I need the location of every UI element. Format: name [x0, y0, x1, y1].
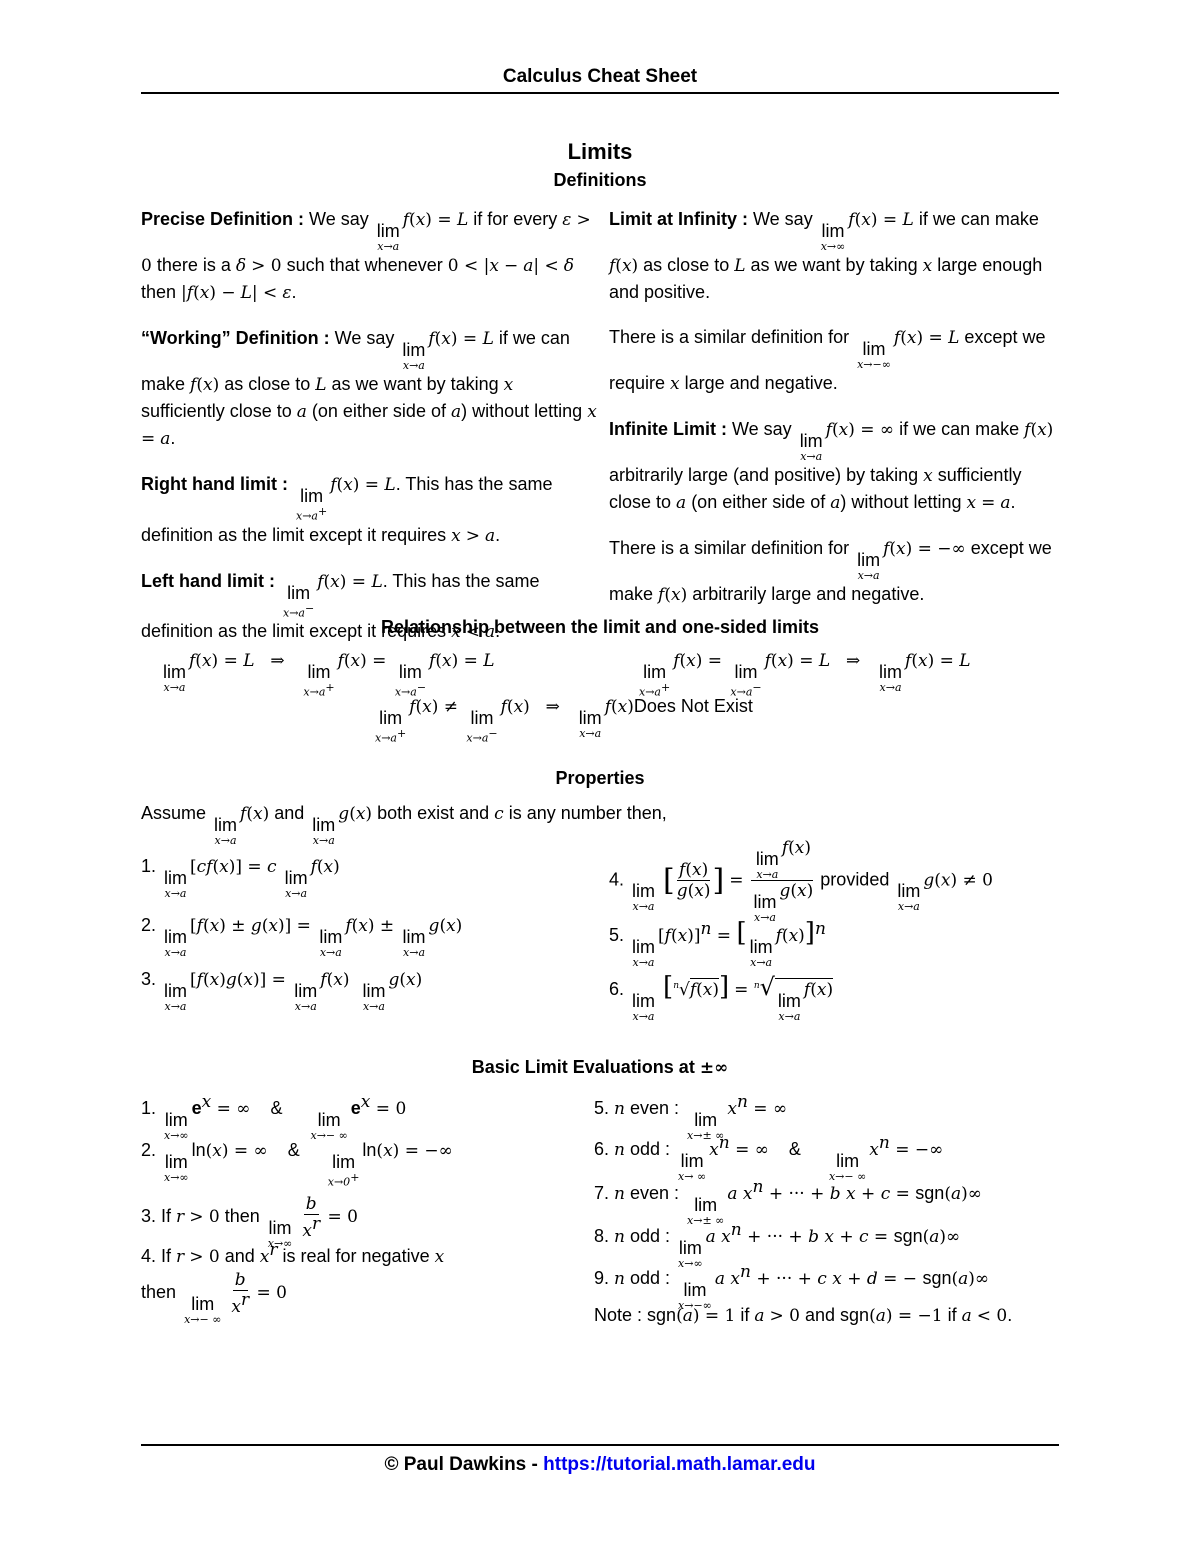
relationship-heading: Relationship between the limit and one-s…	[380, 617, 820, 637]
relationship-formula-1: lim x→a f(x) = L ⇒ lim x→a+ f(x) = lim x→a− f(…	[163, 651, 495, 699]
limit-at-negative-infinity: There is a similar definition for lim x→−…	[609, 327, 1046, 394]
negative-infinite-limit: There is a similar definition for lim x→a…	[609, 538, 1052, 605]
properties-heading: Properties	[555, 768, 645, 788]
page-header-title: Calculus Cheat Sheet	[502, 66, 698, 87]
property-5: 5. lim x→a [f(x)]n = [lim x→a f(x)]n	[609, 918, 826, 969]
infinite-limit: Infinite Limit : We say lim x→a f(x) = ∞ i…	[609, 419, 1054, 513]
property-1: 1. lim x→a [cf(x)] = c lim x→a f(x)	[141, 856, 340, 900]
does-not-exist-text: Does Not Exist	[633, 696, 753, 716]
basic-eval-1: 1. lim x→∞ ex = ∞ & lim x→− ∞ ex = 0	[141, 1092, 407, 1142]
basic-eval-7: 7. n even : lim x→± ∞ a xn + ··· + b x + c…	[594, 1177, 982, 1227]
relationship-formula-3: lim x→a+ f(x) ≠ lim x→a− f(x) ⇒ lim x→a f(x)Do…	[375, 696, 753, 745]
definitions-right-column: Limit at Infinity : We say lim x→∞ f(x) = …	[609, 206, 1064, 627]
definition-label: Precise Definition :	[141, 209, 305, 229]
property-2: 2. lim x→a [f(x) ± g(x)] = lim x→a f(x) ± li…	[141, 915, 463, 959]
limit-operator: lim x→∞	[820, 221, 846, 253]
precise-definition: Precise Definition : We say lim x→a f(x) =…	[141, 209, 591, 303]
properties-intro: Assume lim x→a f(x) and lim x→a g(x) both ex…	[141, 803, 667, 847]
limit-operator: lim x→a	[857, 550, 881, 582]
footer: © Paul Dawkins - https://tutorial.math.l…	[0, 1454, 1200, 1476]
property-3: 3. lim x→a [f(x)g(x)] = lim x→a f(x) lim x→a g…	[141, 969, 423, 1013]
section-title: Limits	[567, 139, 633, 164]
header-rule	[141, 92, 1059, 94]
sgn-note: Note : sgn(a) = 1 if a > 0 and sgn(a) = …	[594, 1305, 1013, 1326]
definition-label: Left hand limit :	[141, 570, 275, 591]
limit-operator: lim x→a+	[296, 486, 328, 523]
working-definition: “Working” Definition : We say lim x→a f(x)…	[141, 328, 597, 449]
limit-operator: lim x→a	[376, 221, 400, 253]
limit-operator: lim x→a−	[283, 582, 315, 620]
definition-label: Right hand limit :	[141, 474, 288, 494]
basic-evaluations-heading: Basic Limit Evaluations at ±∞	[471, 1057, 729, 1078]
limit-at-infinity: Limit at Infinity : We say lim x→∞ f(x) = …	[609, 209, 1043, 302]
definition-label: Limit at Infinity :	[609, 209, 748, 229]
basic-eval-6: 6. n odd : lim x→ ∞ xn = ∞ & lim x→− ∞ xn = …	[594, 1133, 944, 1183]
basic-eval-2: 2. lim x→∞ ln(x) = ∞ & lim x→0+ ln(x) = −∞	[141, 1140, 453, 1189]
basic-eval-9: 9. n odd : lim x→−∞ a xn + ··· + c x + d =…	[594, 1262, 990, 1312]
limit-operator: lim x→a	[402, 340, 426, 372]
property-4: 4. lim x→a [f(x) g(x)] = lim x→a f(x) lim x→a g…	[609, 838, 993, 924]
copyright-text: © Paul Dawkins -	[384, 1454, 544, 1475]
basic-eval-4-cont: then lim x→− ∞ b xr = 0	[141, 1270, 287, 1327]
definitions-heading: Definitions	[553, 170, 647, 190]
tutorial-link[interactable]: https://tutorial.math.lamar.edu	[543, 1454, 815, 1475]
footer-rule	[141, 1444, 1059, 1446]
relationship-formula-2: lim x→a+ f(x) = lim x→a− f(x) = L ⇒ lim x→a f(…	[639, 651, 971, 699]
right-hand-limit: Right hand limit : lim x→a+ f(x) = L. This…	[141, 474, 553, 546]
definition-label: “Working” Definition :	[141, 328, 330, 348]
limit-operator: lim x→a	[799, 431, 823, 463]
definition-label: Infinite Limit :	[609, 419, 727, 439]
basic-eval-4: 4. If r > 0 and xr is real for negative …	[141, 1240, 445, 1267]
definitions-left-column: Precise Definition : We say lim x→a f(x) =…	[141, 206, 601, 664]
property-6: 6. lim x→a [n√f(x)] = n√ lim x→a f(x)	[609, 972, 834, 1023]
limit-operator: lim x→−∞	[857, 339, 891, 371]
